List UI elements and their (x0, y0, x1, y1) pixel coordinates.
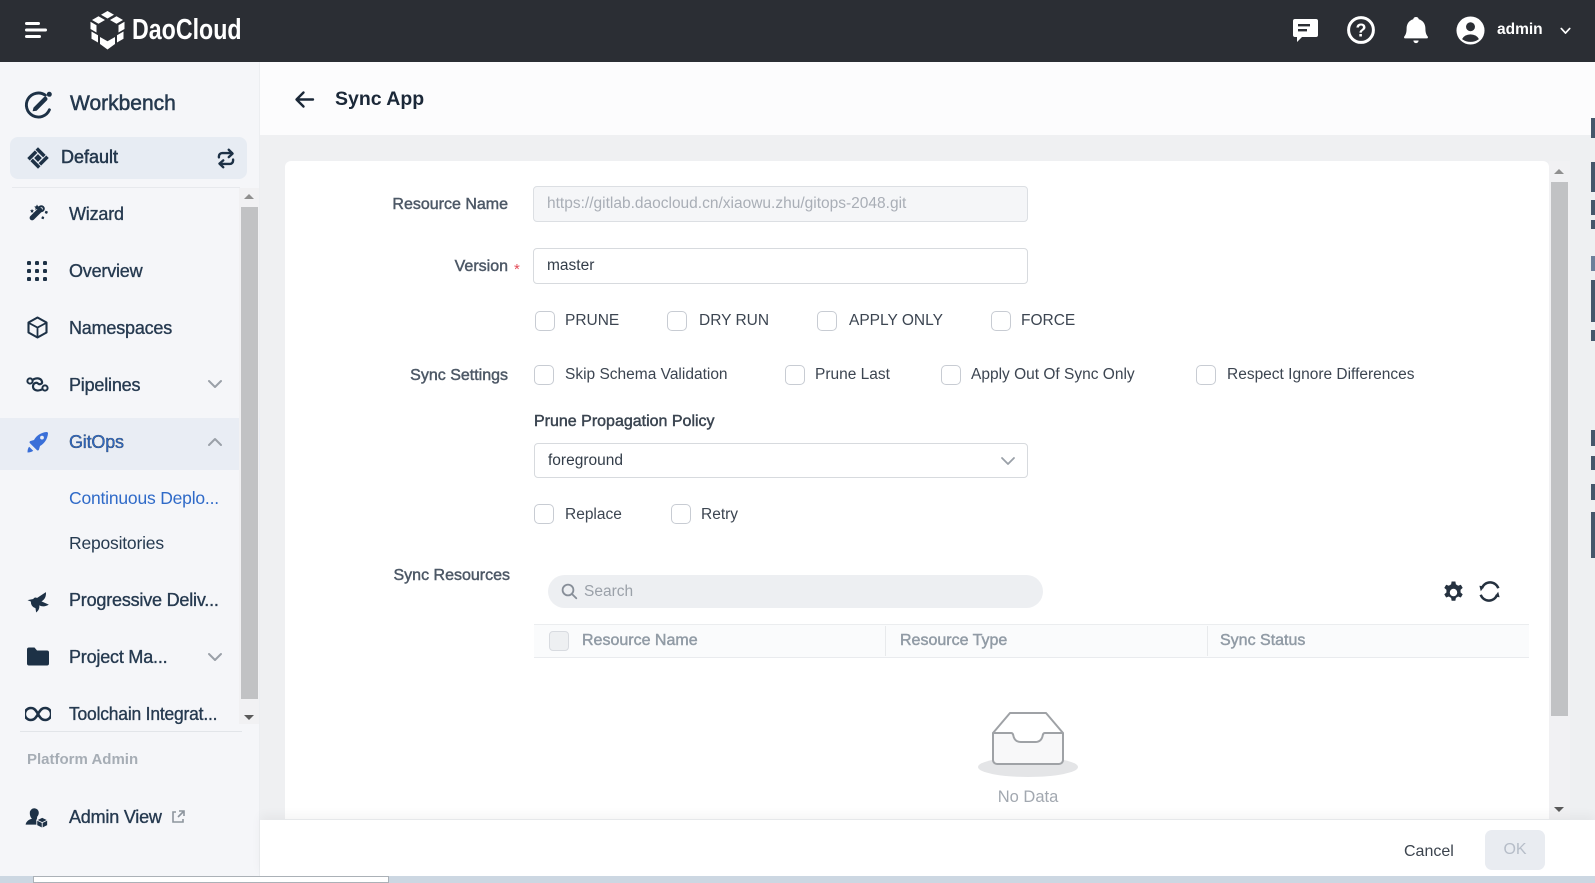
svg-text:?: ? (1356, 21, 1367, 41)
